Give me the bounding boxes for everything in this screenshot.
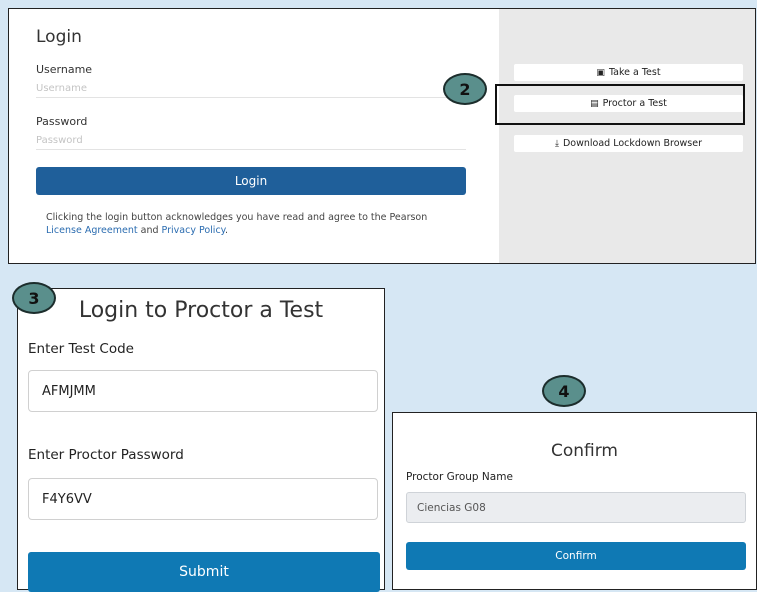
proctor-group-label: Proctor Group Name bbox=[406, 471, 513, 483]
test-code-input[interactable]: AFMJMM bbox=[28, 370, 378, 412]
confirm-title: Confirm bbox=[550, 441, 618, 461]
disclaimer-and: and bbox=[140, 225, 159, 236]
test-code-label: Enter Test Code bbox=[28, 341, 134, 357]
license-agreement-link[interactable]: License Agreement bbox=[46, 225, 138, 236]
confirm-panel: Confirm Proctor Group Name Ciencias G08 … bbox=[392, 412, 757, 590]
password-label: Password bbox=[36, 115, 88, 128]
login-button[interactable]: Login bbox=[36, 167, 466, 195]
submit-button[interactable]: Submit bbox=[28, 552, 380, 592]
proctor-highlight-frame bbox=[495, 84, 745, 125]
login-disclaimer: Clicking the login button acknowledges y… bbox=[46, 211, 476, 237]
disclaimer-text: Clicking the login button acknowledges y… bbox=[46, 212, 428, 223]
step-3-badge: 3 bbox=[12, 282, 56, 314]
disclaimer-period: . bbox=[224, 225, 228, 236]
username-label: Username bbox=[36, 63, 93, 76]
privacy-policy-link[interactable]: Privacy Policy bbox=[162, 225, 225, 236]
take-test-label: Take a Test bbox=[608, 67, 661, 78]
proctor-title: Login to Proctor a Test bbox=[78, 298, 324, 323]
password-input[interactable] bbox=[36, 131, 466, 150]
clipboard-check-icon: ▣ bbox=[596, 67, 605, 78]
proctor-password-label: Enter Proctor Password bbox=[28, 447, 184, 463]
login-form: Login Username Password Login Clicking t… bbox=[9, 9, 499, 263]
download-browser-label: Download Lockdown Browser bbox=[562, 138, 703, 149]
confirm-button[interactable]: Confirm bbox=[406, 542, 746, 570]
proctor-group-field: Ciencias G08 bbox=[406, 492, 746, 523]
side-menu: ▣ Take a Test ▤ Proctor a Test ⤓ Downloa… bbox=[499, 9, 755, 263]
step-4-badge: 4 bbox=[542, 375, 586, 407]
login-panel: Login Username Password Login Clicking t… bbox=[8, 8, 756, 264]
step-2-badge: 2 bbox=[443, 73, 487, 105]
proctor-password-input[interactable]: F4Y6VV bbox=[28, 478, 378, 520]
username-input[interactable] bbox=[36, 79, 466, 98]
take-test-button[interactable]: ▣ Take a Test bbox=[514, 64, 743, 81]
login-title: Login bbox=[36, 27, 82, 47]
download-browser-button[interactable]: ⤓ Download Lockdown Browser bbox=[514, 135, 743, 152]
download-icon: ⤓ bbox=[554, 138, 559, 149]
proctor-login-panel: Login to Proctor a Test Enter Test Code … bbox=[17, 288, 385, 592]
